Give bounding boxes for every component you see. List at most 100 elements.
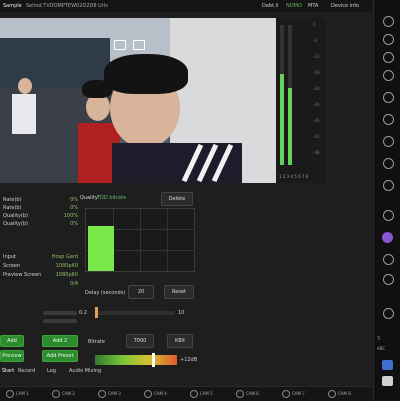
rail-heart-icon[interactable] <box>383 158 394 169</box>
meter-tick-label: -30 <box>313 102 320 107</box>
bitrate-unit-button[interactable]: KBit <box>167 334 193 348</box>
rail-mic-icon[interactable] <box>383 70 394 81</box>
stat-nomo: NOMO <box>286 3 302 9</box>
stat-row-label: Preview Screen <box>3 272 42 278</box>
camera-icon <box>98 390 106 398</box>
meter-tick-label: -6 <box>313 38 317 43</box>
stat-row-value: Hosp Gard <box>51 254 78 260</box>
stat-row-label: Quality(b) <box>3 213 28 219</box>
audio-meters: 0 -6 -12 -18 -24 -30 -36 -42 -48 1 2 3 4 5 6 7 8 <box>276 18 326 183</box>
camera-icon <box>190 390 198 398</box>
chart-bar <box>88 226 114 271</box>
rail-chat-icon[interactable] <box>383 254 394 265</box>
reset-button[interactable]: Reset <box>164 285 194 299</box>
stat-row-value: 1080p60 <box>55 272 78 278</box>
rail-bell-icon[interactable] <box>383 210 394 221</box>
camera-icon <box>282 390 290 398</box>
status-item[interactable]: CAM 8 <box>328 390 364 398</box>
bitrate-label: Bitrate <box>88 339 105 345</box>
tab-log[interactable]: Log <box>47 368 56 374</box>
rail-share-icon[interactable] <box>383 114 394 125</box>
delay-slider-handle[interactable] <box>95 307 98 318</box>
grid-line <box>140 209 141 271</box>
person-main-hair <box>104 54 188 94</box>
meter-channel-labels: 1 2 3 4 5 6 7 8 <box>279 174 309 179</box>
add-preset-button[interactable]: Add Preset <box>42 350 78 362</box>
meter-tick-label: -18 <box>313 70 320 75</box>
slider1-end-label: 10 <box>178 310 185 316</box>
status-item[interactable]: CAM 6 <box>236 390 272 398</box>
rail-layers-icon[interactable] <box>383 92 394 103</box>
meter-tick-label: -12 <box>313 54 320 59</box>
preview-button[interactable]: Preview <box>0 350 24 362</box>
stat-row-value: 0/4 <box>69 281 78 287</box>
status-item[interactable]: CAM 7 <box>282 390 318 398</box>
add-2-button[interactable]: Add 2 <box>42 335 78 347</box>
chart-title: Quality <box>80 195 98 201</box>
delete-button[interactable]: Delete <box>161 192 193 206</box>
volume-end-label: +12dB <box>180 357 198 363</box>
stat-row-label: Quality(b) <box>3 221 28 227</box>
status-item[interactable]: CAM 4 <box>144 390 180 398</box>
status-item[interactable]: CAM 1 <box>6 390 42 398</box>
rail-app-icon[interactable] <box>382 360 393 370</box>
stat-mta: MTA <box>308 3 319 9</box>
tab-audio-mixing[interactable]: Audio Mixing <box>69 368 101 374</box>
right-rail: Ti ABC <box>373 0 400 400</box>
rail-tag-icon[interactable] <box>383 136 394 147</box>
rail-camera-icon[interactable] <box>383 52 394 63</box>
rail-star-icon[interactable] <box>383 180 394 191</box>
crowd-person-body <box>12 94 36 134</box>
stat-row-label: Screen <box>3 263 21 269</box>
sample-label: Sample <box>3 3 22 9</box>
rail-app2-icon[interactable] <box>382 376 393 386</box>
status-item[interactable]: CAM 5 <box>190 390 226 398</box>
snapshot-icon[interactable] <box>114 40 126 50</box>
status-item-label: CAM 8 <box>338 391 351 396</box>
bitrate-chart <box>85 208 195 272</box>
status-item[interactable]: CAM 2 <box>52 390 88 398</box>
crowd-person <box>18 78 32 94</box>
meter-tick-label: -48 <box>313 150 320 155</box>
status-item-label: CAM 7 <box>292 391 305 396</box>
camera-icon <box>52 390 60 398</box>
status-item-label: CAM 3 <box>108 391 121 396</box>
grid-line <box>167 209 168 271</box>
rail-settings-icon[interactable] <box>383 34 394 45</box>
meter-tick-label: 0 <box>313 22 316 27</box>
rail-label-1: Ti <box>377 336 381 341</box>
tab-record[interactable]: Record <box>18 368 35 374</box>
left-slider-2[interactable] <box>43 319 77 323</box>
rail-avatar-icon[interactable] <box>382 232 393 243</box>
volume-slider[interactable] <box>95 355 177 365</box>
stat-row-label: Input <box>3 254 16 260</box>
stat-debt: Debt.li <box>262 3 279 9</box>
meter-tick-label: -36 <box>313 118 320 123</box>
video-preview[interactable] <box>0 18 276 183</box>
stat-row-value: 0% <box>70 205 78 211</box>
fullscreen-icon[interactable] <box>133 40 145 50</box>
camera-icon <box>6 390 14 398</box>
meter-tick-label: -42 <box>313 134 320 139</box>
rail-user-icon[interactable] <box>383 274 394 285</box>
rail-home-icon[interactable] <box>383 16 394 27</box>
camera-icon <box>236 390 244 398</box>
device-info-link[interactable]: Device info <box>331 0 359 12</box>
camera-icon <box>328 390 336 398</box>
delay-slider[interactable] <box>95 311 175 315</box>
rail-gear-icon[interactable] <box>383 308 394 319</box>
tab-start[interactable]: Start <box>2 368 14 374</box>
left-slider-1[interactable] <box>43 311 77 315</box>
stat-row-value: 1080p60 <box>55 263 78 269</box>
status-item-label: CAM 6 <box>246 391 259 396</box>
camera-icon <box>144 390 152 398</box>
delay-label: Delay (seconds) <box>85 290 126 296</box>
status-bar: CAM 1 CAM 2 CAM 3 CAM 4 CAM 5 CAM 6 CAM 7 CAM 8 <box>0 386 372 401</box>
delay-input[interactable]: 20 <box>128 285 154 299</box>
volume-slider-handle[interactable] <box>152 353 155 367</box>
add-button[interactable]: Add <box>0 335 24 347</box>
status-item[interactable]: CAM 3 <box>98 390 134 398</box>
meter-left <box>280 25 284 165</box>
device-label: Selmd TVOOMPTEW02O2D8 Urls <box>26 3 108 9</box>
bitrate-input[interactable]: 7000 <box>126 334 154 348</box>
